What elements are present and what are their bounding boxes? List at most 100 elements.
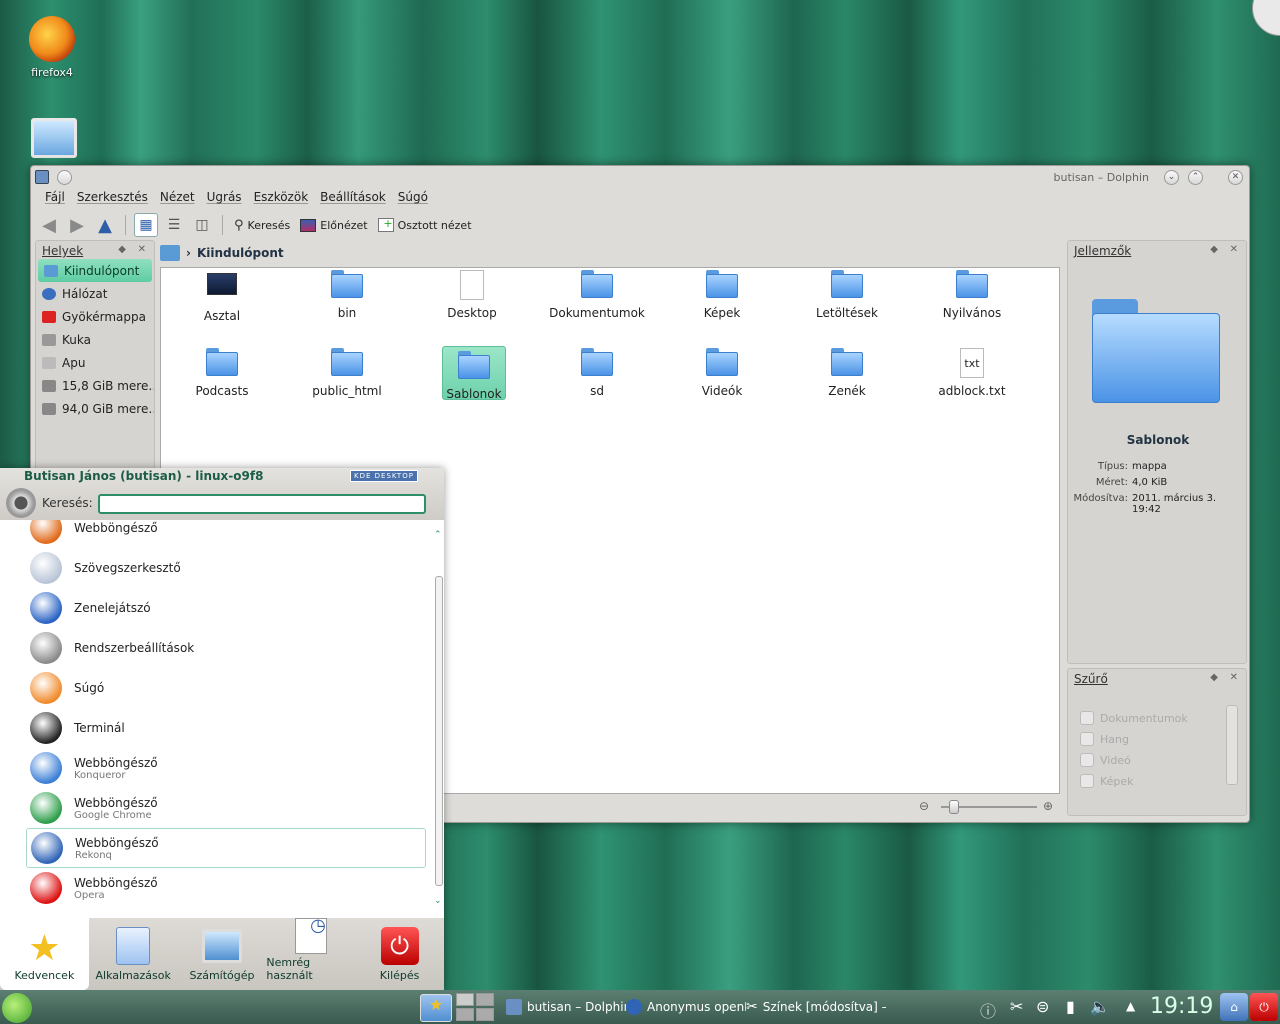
- place-root[interactable]: Gyökérmappa: [36, 305, 154, 328]
- pager-desktop-1[interactable]: [456, 993, 474, 1006]
- pager-desktop-2[interactable]: [476, 993, 494, 1006]
- menu-file[interactable]: Fájl: [39, 190, 71, 204]
- close-icon[interactable]: ✕: [1230, 672, 1238, 683]
- search-input[interactable]: [98, 494, 426, 514]
- lock-screen-icon[interactable]: ⌂: [1220, 993, 1248, 1021]
- file-item[interactable]: Dokumentumok: [542, 270, 652, 320]
- scrollbar-thumb[interactable]: [435, 576, 443, 886]
- maximize-button[interactable]: ⌃: [1188, 170, 1203, 185]
- split-view-button[interactable]: + Osztott nézet: [375, 213, 475, 237]
- network-icon[interactable]: ⊜: [1036, 997, 1049, 1016]
- menu-edit[interactable]: Szerkesztés: [71, 190, 154, 204]
- file-item[interactable]: Videók: [667, 348, 777, 398]
- menu-help[interactable]: Súgó: [392, 190, 434, 204]
- scroll-up-icon[interactable]: ⌃: [434, 530, 442, 540]
- file-item[interactable]: Nyilvános: [917, 270, 1027, 320]
- sticky-button[interactable]: [57, 170, 72, 185]
- task-dolphin[interactable]: butisan – Dolphin: [506, 991, 626, 1023]
- app-menu-icon[interactable]: [35, 170, 49, 184]
- menu-go[interactable]: Ugrás: [201, 190, 248, 204]
- file-item[interactable]: Asztal: [167, 270, 277, 323]
- file-item[interactable]: Zenék: [792, 348, 902, 398]
- checkbox[interactable]: [1080, 732, 1094, 746]
- place-home[interactable]: Kiindulópont: [38, 259, 152, 282]
- klipper-icon[interactable]: ✂: [1010, 997, 1023, 1016]
- place-trash[interactable]: Kuka: [36, 328, 154, 351]
- info-icon[interactable]: ⓘ: [980, 998, 996, 1022]
- filter-scrollbar[interactable]: [1226, 705, 1238, 785]
- filter-option-documents[interactable]: Dokumentumok: [1080, 711, 1188, 725]
- file-item[interactable]: public_html: [292, 348, 402, 398]
- menu-settings[interactable]: Beállítások: [314, 190, 392, 204]
- expand-tray-icon[interactable]: ▲: [1126, 999, 1135, 1013]
- titlebar[interactable]: butisan – Dolphin ⌄ ⌃ ✕: [31, 166, 1249, 188]
- menu-tools[interactable]: Eszközök: [248, 190, 315, 204]
- columns-view-button[interactable]: ◫: [190, 213, 214, 237]
- scroll-down-icon[interactable]: ⌄: [434, 896, 442, 906]
- corner-widget[interactable]: [1252, 0, 1280, 36]
- place-volume-1[interactable]: 15,8 GiB mere…: [36, 374, 154, 397]
- tab-recent[interactable]: ◷ Nemrég használt: [266, 917, 355, 990]
- up-button[interactable]: ▲: [93, 213, 117, 237]
- close-icon[interactable]: ✕: [138, 244, 146, 255]
- filter-option-audio[interactable]: Hang: [1080, 732, 1129, 746]
- desktop-activity-button[interactable]: ★: [420, 994, 452, 1022]
- favorite-item[interactable]: Zenelejátszó: [26, 588, 426, 628]
- tab-favorites[interactable]: ★ Kedvencek: [0, 918, 89, 990]
- zoom-out-icon[interactable]: ⊖: [919, 799, 929, 813]
- home-icon[interactable]: [160, 245, 180, 261]
- minimize-button[interactable]: ⌄: [1164, 170, 1179, 185]
- clock[interactable]: 19:19: [1150, 994, 1213, 1019]
- file-item[interactable]: Sablonok: [442, 346, 506, 401]
- file-item[interactable]: bin: [292, 270, 402, 320]
- favorite-item[interactable]: Szövegszerkesztő: [26, 548, 426, 588]
- leave-icon[interactable]: ⏻: [1250, 993, 1278, 1021]
- pager[interactable]: [456, 993, 494, 1021]
- task-browser[interactable]: Anonymus openD…: [626, 991, 746, 1023]
- place-volume-2[interactable]: 94,0 GiB mere…: [36, 397, 154, 420]
- favorite-item[interactable]: Súgó: [26, 668, 426, 708]
- device-notifier-icon[interactable]: ▮: [1066, 997, 1075, 1016]
- desktop-icon-firefox[interactable]: firefox4: [20, 16, 84, 79]
- favorite-item[interactable]: Webböngésző Google Chrome: [26, 788, 426, 828]
- place-network[interactable]: Hálózat: [36, 282, 154, 305]
- tab-applications[interactable]: Alkalmazások: [89, 918, 178, 990]
- details-view-button[interactable]: ☰: [162, 213, 186, 237]
- favorite-item[interactable]: Webböngésző Konqueror: [26, 748, 426, 788]
- favorite-item[interactable]: Webböngésző: [26, 520, 426, 548]
- file-item[interactable]: Desktop: [417, 270, 527, 320]
- favorite-item[interactable]: Rendszerbeállítások: [26, 628, 426, 668]
- tab-leave[interactable]: ⏻ Kilépés: [355, 918, 444, 990]
- favorite-item[interactable]: Terminál: [26, 708, 426, 748]
- list-scrollbar[interactable]: ⌃ ⌄: [434, 530, 444, 910]
- float-icon[interactable]: ◆: [1210, 672, 1218, 683]
- zoom-in-icon[interactable]: ⊕: [1043, 799, 1053, 813]
- file-item[interactable]: Podcasts: [167, 348, 277, 398]
- favorite-item[interactable]: Webböngésző Opera: [26, 868, 426, 908]
- close-icon[interactable]: ✕: [1230, 244, 1238, 255]
- forward-button[interactable]: ▶: [65, 213, 89, 237]
- volume-icon[interactable]: 🔈: [1090, 997, 1110, 1016]
- float-icon[interactable]: ◆: [118, 244, 126, 255]
- task-colors[interactable]: ✂ Színek [módosítva] –: [746, 991, 886, 1023]
- pager-desktop-3[interactable]: [456, 1008, 474, 1021]
- checkbox[interactable]: [1080, 753, 1094, 767]
- close-button[interactable]: ✕: [1228, 170, 1243, 185]
- breadcrumb-item[interactable]: Kiindulópont: [197, 246, 284, 260]
- float-icon[interactable]: ◆: [1210, 244, 1218, 255]
- file-item[interactable]: Képek: [667, 270, 777, 320]
- place-apu[interactable]: Apu: [36, 351, 154, 374]
- filter-option-video[interactable]: Videó: [1080, 753, 1131, 767]
- preview-button[interactable]: Előnézet: [297, 213, 370, 237]
- desktop-icon-computer[interactable]: [22, 118, 86, 158]
- icons-view-button[interactable]: ▦: [134, 213, 158, 237]
- pager-desktop-4[interactable]: [476, 1008, 494, 1021]
- file-item[interactable]: sd: [542, 348, 652, 398]
- file-item[interactable]: Letöltések: [792, 270, 902, 320]
- back-button[interactable]: ◀: [37, 213, 61, 237]
- zoom-slider-handle[interactable]: [949, 800, 959, 814]
- file-item[interactable]: txt adblock.txt: [917, 348, 1027, 398]
- favorite-item[interactable]: Webböngésző Rekonq: [26, 828, 426, 868]
- kickoff-launcher[interactable]: [2, 993, 32, 1023]
- tab-computer[interactable]: Számítógép: [178, 918, 267, 990]
